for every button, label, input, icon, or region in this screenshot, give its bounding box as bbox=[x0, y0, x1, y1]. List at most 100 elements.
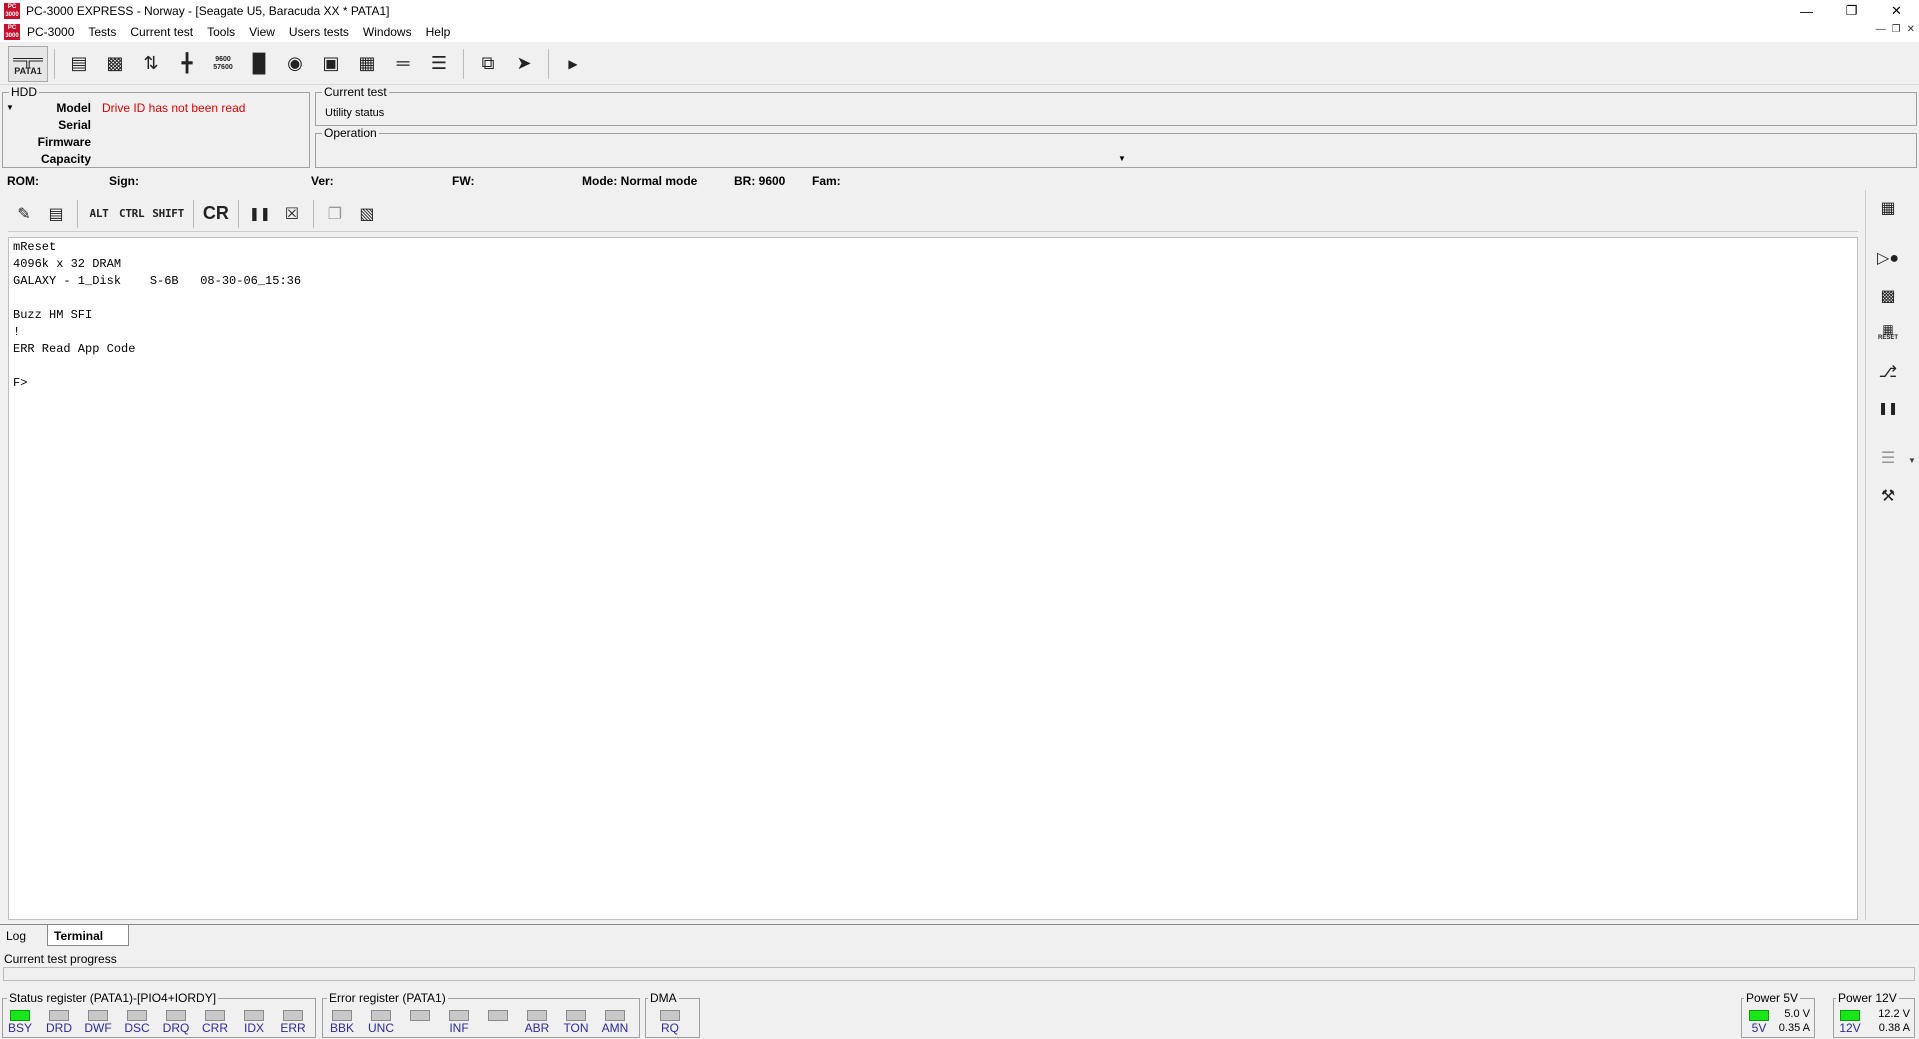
window-title: PC-3000 EXPRESS - Norway - [Seagate U5, … bbox=[26, 4, 390, 18]
terminal-output[interactable]: mReset 4096k x 32 DRAM GALAXY - 1_Disk S… bbox=[8, 237, 1858, 920]
error-bit-led bbox=[566, 1010, 586, 1021]
side-pause-icon[interactable]: ❚❚ bbox=[1874, 394, 1902, 422]
restore-button[interactable]: ❐ bbox=[1829, 0, 1874, 22]
error-bit-led-label: TON bbox=[563, 1021, 589, 1035]
menu-tests[interactable]: Tests bbox=[81, 25, 123, 39]
list-icon[interactable]: ☰ bbox=[421, 46, 457, 82]
power-12v-led-label: 12V bbox=[1839, 1021, 1861, 1035]
power-5v-voltage: 5.0 V bbox=[1784, 1008, 1810, 1020]
open-script-icon[interactable]: ✎ bbox=[8, 199, 40, 229]
title-bar: PC 3000 PC-3000 EXPRESS - Norway - [Seag… bbox=[0, 0, 1919, 22]
disk-icon[interactable]: ◉ bbox=[277, 46, 313, 82]
error-bit-led bbox=[410, 1010, 430, 1021]
tab-log[interactable]: Log bbox=[0, 925, 32, 946]
clear-save-icon[interactable]: ☒ bbox=[276, 199, 308, 229]
menu-tools[interactable]: Tools bbox=[200, 25, 242, 39]
play-icon[interactable]: ▶ bbox=[555, 46, 591, 82]
status-bit-led-label: DRD bbox=[46, 1021, 72, 1035]
status-bit-led-label: DRQ bbox=[162, 1021, 190, 1035]
error-bit-led-label: UNC bbox=[368, 1021, 394, 1035]
toolbar-separator bbox=[77, 199, 78, 228]
drive-params-icon[interactable]: ▩ bbox=[97, 46, 133, 82]
terminal-line: GALAXY - 1_Disk S-6B 08-30-06_15:36 bbox=[13, 274, 302, 288]
port-label: PATA1 bbox=[14, 65, 42, 76]
status-bit-led bbox=[49, 1010, 69, 1021]
power-12v-label: Power 12V bbox=[1836, 991, 1899, 1005]
status-bit-led-label: DWF bbox=[84, 1021, 112, 1035]
terminal-line: ERR Read App Code bbox=[13, 342, 136, 356]
progress-label: Current test progress bbox=[4, 952, 117, 966]
board-icon[interactable]: ▩ bbox=[1874, 282, 1902, 310]
chip-icon[interactable]: █ bbox=[241, 46, 277, 82]
side-dropdown-icon[interactable]: ▼ bbox=[1908, 456, 1916, 465]
terminal-settings-icon[interactable]: ▧ bbox=[351, 199, 383, 229]
power-control-icon[interactable]: ☰ bbox=[1874, 444, 1902, 472]
toolbar-separator bbox=[548, 48, 549, 79]
menu-logo-icon[interactable]: PC 3000 bbox=[4, 24, 20, 40]
reset-label: RESET bbox=[1877, 335, 1898, 341]
transfer-icon[interactable]: ⇅ bbox=[133, 46, 169, 82]
menu-view[interactable]: View bbox=[242, 25, 282, 39]
mdi-restore-button[interactable]: ❐ bbox=[1892, 24, 1901, 35]
status-bit-led bbox=[205, 1010, 225, 1021]
mdi-close-button[interactable]: ✕ bbox=[1907, 24, 1915, 35]
menu-help[interactable]: Help bbox=[419, 25, 458, 39]
zero-signal-icon[interactable]: ▷● bbox=[1874, 244, 1902, 272]
operation-dropdown-icon[interactable]: ▼ bbox=[1118, 154, 1126, 163]
minimize-button[interactable]: — bbox=[1784, 0, 1829, 22]
exit-icon[interactable]: ➤ bbox=[506, 46, 542, 82]
connector-icon: ═╦═ bbox=[13, 50, 43, 67]
hdd-firmware-row: Firmware bbox=[3, 135, 303, 152]
copy-windows-icon[interactable]: ⧉ bbox=[470, 46, 506, 82]
sign-info: Sign: bbox=[109, 174, 139, 188]
operation-group: Operation ▼ bbox=[315, 126, 1917, 168]
save-log-icon[interactable]: ▤ bbox=[40, 199, 72, 229]
baud-rate-icon[interactable]: 9600 57600 bbox=[205, 46, 241, 82]
tab-terminal[interactable]: Terminal bbox=[47, 925, 129, 946]
power-12v-led bbox=[1840, 1010, 1860, 1021]
close-button[interactable]: ✕ bbox=[1874, 0, 1919, 22]
window-controls: — ❐ ✕ bbox=[1784, 0, 1919, 22]
hdd-group: HDD ▼ Model Drive ID has not been read S… bbox=[2, 85, 310, 168]
menu-bar: PC 3000 PC-3000 Tests Current test Tools… bbox=[0, 22, 1919, 42]
copy-icon[interactable]: ❐ bbox=[319, 199, 351, 229]
drive-id-icon[interactable]: ▤ bbox=[61, 46, 97, 82]
ctrl-key-button[interactable]: CTRL bbox=[115, 199, 148, 229]
menu-windows[interactable]: Windows bbox=[356, 25, 419, 39]
mdi-minimize-button[interactable]: — bbox=[1876, 24, 1886, 35]
error-bit-led-label: ABR bbox=[524, 1021, 550, 1035]
hdd-group-label: HDD bbox=[9, 85, 39, 99]
reset-icon[interactable]: ▦ RESET bbox=[1874, 318, 1902, 346]
status-bit-led-label: CRR bbox=[202, 1021, 228, 1035]
menu-current-test[interactable]: Current test bbox=[123, 25, 200, 39]
terminal-line: 4096k x 32 DRAM bbox=[13, 257, 122, 271]
power-icon[interactable]: ╋ bbox=[169, 46, 205, 82]
toolbar-separator bbox=[237, 199, 239, 228]
status-bit-led bbox=[283, 1010, 303, 1021]
status-bit-led-label: IDX bbox=[243, 1021, 264, 1035]
terminal-line: Buzz HM SFI bbox=[13, 308, 93, 322]
menu-users-tests[interactable]: Users tests bbox=[282, 25, 356, 39]
power-12v-current: 0.38 A bbox=[1878, 1022, 1910, 1034]
save-icon[interactable]: ▣ bbox=[313, 46, 349, 82]
port-select-button[interactable]: ═╦═ PATA1 bbox=[8, 45, 48, 82]
pause-icon[interactable]: ❚❚ bbox=[244, 199, 276, 229]
grid-icon[interactable]: ▦ bbox=[349, 46, 385, 82]
progress-bar bbox=[3, 967, 1915, 981]
probe-icon[interactable]: ⎇ bbox=[1874, 358, 1902, 386]
power-5v-led bbox=[1749, 1010, 1769, 1021]
shift-key-button[interactable]: SHIFT bbox=[148, 199, 188, 229]
alt-key-button[interactable]: ALT bbox=[83, 199, 115, 229]
error-bit-led bbox=[488, 1010, 508, 1021]
menu-pc3000[interactable]: PC-3000 bbox=[20, 25, 81, 39]
sd-card-icon[interactable]: ▦ bbox=[1874, 194, 1902, 222]
firmware-label: Firmware bbox=[37, 135, 91, 149]
bus-icon[interactable]: ═ bbox=[385, 46, 421, 82]
status-bit-led bbox=[127, 1010, 147, 1021]
dma-bit-led bbox=[660, 1010, 680, 1021]
toolbar-separator bbox=[463, 48, 464, 79]
tools-icon[interactable]: ⚒ bbox=[1874, 482, 1902, 510]
status-register-label: Status register (PATA1)-[PIO4+IORDY] bbox=[7, 991, 219, 1005]
ver-info: Ver: bbox=[311, 174, 334, 188]
cr-button[interactable]: CR bbox=[199, 199, 233, 229]
